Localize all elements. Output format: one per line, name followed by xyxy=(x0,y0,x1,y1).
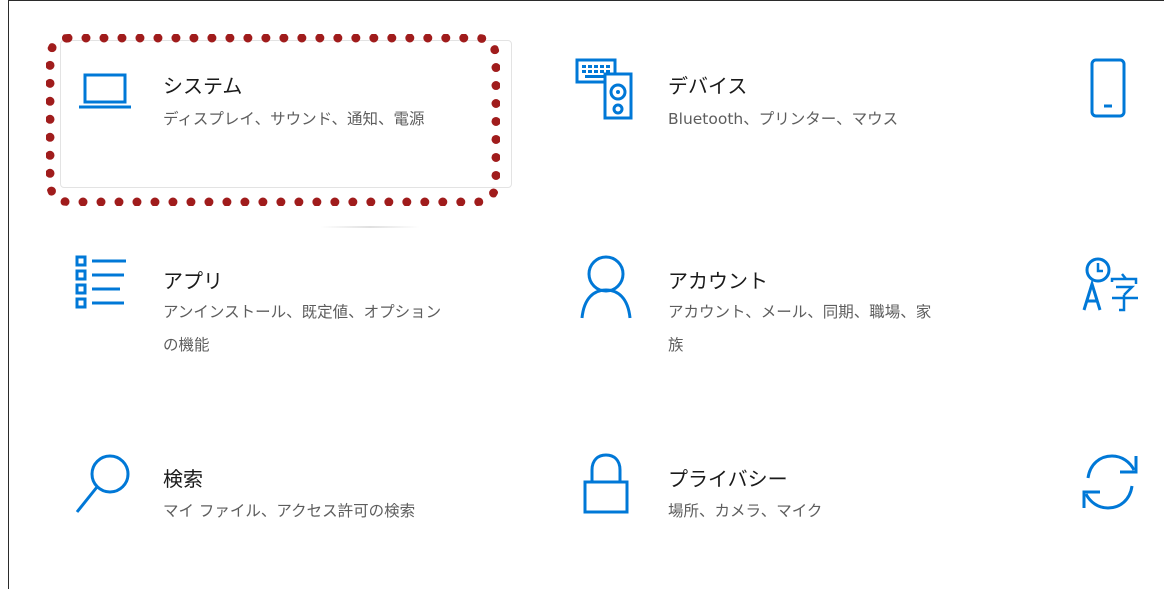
person-icon xyxy=(578,252,634,320)
privacy-title: プライバシー xyxy=(668,467,788,491)
keyboard-speaker-icon xyxy=(575,58,635,122)
accounts-description-line1: アカウント、メール、同期、職場、家 xyxy=(668,303,932,321)
laptop-icon xyxy=(78,72,132,112)
apps-description-line1: アンインストール、既定値、オプション xyxy=(163,303,442,321)
devices-description: Bluetooth、プリンター、マウス xyxy=(668,110,899,128)
apps-description-line2: の機能 xyxy=(163,336,210,354)
phone-icon xyxy=(1088,56,1128,120)
devices-title: デバイス xyxy=(668,74,748,98)
tile-shadow xyxy=(320,226,420,228)
accounts-description-line2: 族 xyxy=(668,336,684,354)
apps-title: アプリ xyxy=(163,269,223,293)
system-description: ディスプレイ、サウンド、通知、電源 xyxy=(163,110,425,128)
search-icon xyxy=(74,452,134,516)
search-description: マイ ファイル、アクセス許可の検索 xyxy=(163,502,416,520)
privacy-description: 場所、カメラ、マイク xyxy=(668,502,823,520)
apps-list-icon xyxy=(74,254,128,310)
system-title: システム xyxy=(163,74,243,98)
accounts-title: アカウント xyxy=(668,269,768,293)
search-title: 検索 xyxy=(163,467,203,491)
refresh-icon xyxy=(1080,450,1140,514)
time-language-icon xyxy=(1078,254,1144,314)
lock-icon xyxy=(582,452,630,516)
